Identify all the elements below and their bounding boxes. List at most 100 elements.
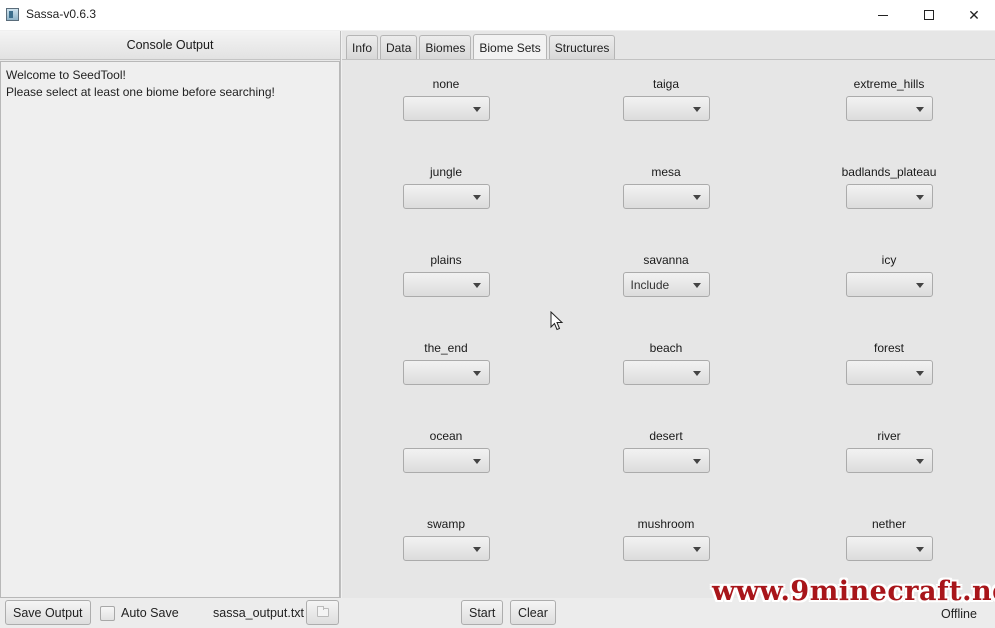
connection-status: Offline [941, 607, 977, 621]
folder-icon [316, 606, 329, 617]
auto-save-checkbox[interactable] [100, 606, 115, 621]
biome-set-dropdown[interactable]: Include [622, 272, 710, 297]
save-output-button[interactable]: Save Output [5, 600, 91, 625]
window-title: Sassa-v0.6.3 [26, 7, 97, 21]
chevron-down-icon [692, 195, 701, 200]
biome-set-label: beach [649, 341, 683, 355]
console-header-label: Console Output [126, 38, 214, 52]
biome-set-swamp: swamp [366, 516, 526, 564]
dropdown-value: Include [630, 278, 670, 292]
biome-set-dropdown[interactable] [845, 184, 933, 209]
biome-set-dropdown[interactable] [622, 96, 710, 121]
biome-set-river: river [809, 428, 969, 476]
biome-set-label: river [877, 429, 901, 443]
biome-set-mesa: mesa [586, 164, 746, 212]
biome-set-label: badlands_plateau [841, 165, 937, 179]
chevron-down-icon [915, 547, 924, 552]
chevron-down-icon [472, 283, 481, 288]
biome-set-dropdown[interactable] [402, 184, 490, 209]
biome-set-the-end: the_end [366, 340, 526, 388]
biome-set-dropdown[interactable] [622, 184, 710, 209]
chevron-down-icon [472, 107, 481, 112]
chevron-down-icon [472, 547, 481, 552]
biome-set-label: swamp [426, 517, 465, 531]
biome-set-grid: none taiga extreme_hillsjungle mesa badlands… [342, 31, 995, 598]
chevron-down-icon [472, 371, 481, 376]
biome-set-label: plains [430, 253, 462, 267]
biome-set-dropdown[interactable] [845, 272, 933, 297]
chevron-down-icon [692, 547, 701, 552]
clear-button[interactable]: Clear [510, 600, 556, 625]
chevron-down-icon [915, 107, 924, 112]
biome-set-label: jungle [429, 165, 463, 179]
console-line: Welcome to SeedTool! [6, 68, 126, 82]
biome-set-badlands-plateau: badlands_plateau [809, 164, 969, 212]
title-bar: Sassa-v0.6.3 ✕ [0, 0, 995, 30]
biome-set-label: mesa [651, 165, 681, 179]
biome-set-dropdown[interactable] [622, 536, 710, 561]
biome-set-label: desert [649, 429, 683, 443]
console-pane: Console Output Welcome to SeedTool! Plea… [0, 31, 341, 598]
chevron-down-icon [915, 283, 924, 288]
maximize-button[interactable] [906, 0, 952, 30]
minimize-button[interactable] [860, 0, 906, 30]
biome-set-dropdown[interactable] [622, 360, 710, 385]
watermark-text: www.9minecraft.net [712, 576, 995, 607]
chevron-down-icon [915, 459, 924, 464]
biome-set-label: savanna [643, 253, 689, 267]
biome-set-taiga: taiga [586, 76, 746, 124]
biome-set-dropdown[interactable] [402, 448, 490, 473]
biome-set-beach: beach [586, 340, 746, 388]
console-header: Console Output [0, 31, 340, 60]
biome-set-mushroom: mushroom [586, 516, 746, 564]
biome-set-dropdown[interactable] [402, 96, 490, 121]
biome-set-jungle: jungle [366, 164, 526, 212]
output-filename: sassa_output.txt [213, 606, 305, 620]
biome-set-savanna: savanna Include [586, 252, 746, 300]
browse-folder-button[interactable] [306, 600, 339, 625]
biome-set-label: taiga [652, 77, 680, 91]
biome-set-extreme-hills: extreme_hills [809, 76, 969, 124]
biome-set-dropdown[interactable] [845, 448, 933, 473]
chevron-down-icon [915, 195, 924, 200]
biome-set-label: icy [881, 253, 897, 267]
biome-set-dropdown[interactable] [402, 536, 490, 561]
biome-set-label: ocean [429, 429, 463, 443]
biome-set-dropdown[interactable] [845, 360, 933, 385]
chevron-down-icon [472, 459, 481, 464]
minimize-icon [878, 14, 888, 16]
console-line: Please select at least one biome before … [6, 85, 275, 99]
chevron-down-icon [692, 283, 701, 288]
biome-set-nether: nether [809, 516, 969, 564]
console-output-area[interactable]: Welcome to SeedTool! Please select at le… [0, 61, 340, 598]
chevron-down-icon [472, 195, 481, 200]
biome-set-dropdown[interactable] [845, 96, 933, 121]
biome-set-icy: icy [809, 252, 969, 300]
biome-set-forest: forest [809, 340, 969, 388]
maximize-icon [924, 10, 934, 20]
biome-set-dropdown[interactable] [402, 272, 490, 297]
biome-set-ocean: ocean [366, 428, 526, 476]
close-icon: ✕ [968, 6, 980, 23]
chevron-down-icon [692, 459, 701, 464]
biome-set-label: the_end [424, 341, 468, 355]
chevron-down-icon [692, 107, 701, 112]
main-pane: Info Data Biomes Biome Sets Structures n… [342, 31, 995, 598]
biome-set-label: mushroom [637, 517, 695, 531]
close-button[interactable]: ✕ [951, 0, 995, 30]
biome-set-label: forest [873, 341, 904, 355]
biome-set-none: none [366, 76, 526, 124]
biome-set-dropdown[interactable] [845, 536, 933, 561]
biome-set-label: extreme_hills [853, 77, 925, 91]
biome-set-plains: plains [366, 252, 526, 300]
biome-set-label: nether [871, 517, 907, 531]
mouse-cursor-icon [550, 311, 564, 331]
auto-save-label: Auto Save [121, 606, 179, 620]
biome-set-dropdown[interactable] [622, 448, 710, 473]
app-icon [6, 8, 19, 21]
biome-set-label: none [432, 77, 460, 91]
biome-set-dropdown[interactable] [402, 360, 490, 385]
chevron-down-icon [692, 371, 701, 376]
biome-set-desert: desert [586, 428, 746, 476]
start-button[interactable]: Start [461, 600, 504, 625]
